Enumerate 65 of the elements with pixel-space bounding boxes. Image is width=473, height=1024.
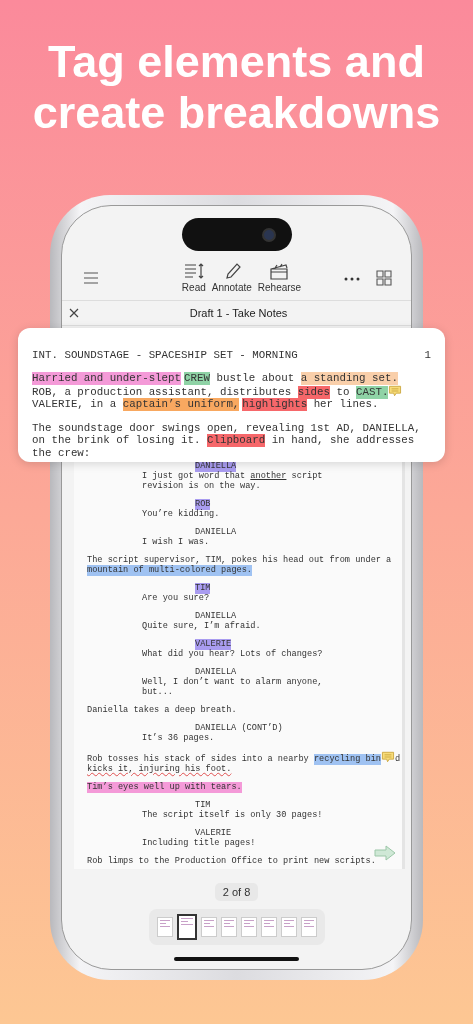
script-text: DANIELLA (195, 611, 237, 621)
script-text: another (250, 471, 287, 481)
tagged-text[interactable]: highlights (242, 398, 308, 411)
script-text: VALERIE, in a (32, 398, 118, 410)
script-text: Rob limps to the Production Office to print new scripts. (87, 856, 376, 866)
document-title: Draft 1 - Take Notes (188, 307, 289, 319)
tagged-text[interactable]: TIM (195, 583, 211, 594)
script-text: I just got word that (142, 471, 247, 481)
script-text: revision is on the way. (142, 481, 261, 491)
script-text: DANIELLA (CONT’D) (195, 723, 283, 733)
tagged-text[interactable]: VALERIE (195, 639, 232, 650)
script-text: The script supervisor, TIM, pokes his head out from under a (87, 555, 392, 565)
script-text: DANIELLA (195, 527, 237, 537)
lines-arrow-icon (182, 262, 205, 280)
script-text: Quite sure, I’m afraid. (142, 621, 261, 631)
tagged-text[interactable]: captain’s uniform, (122, 398, 240, 411)
scene-heading: INT. SOUNDSTAGE - SPACESHIP SET - MORNING (32, 349, 298, 361)
script-text: Including title pages! (142, 838, 256, 848)
script-text: It’s 36 pages. (142, 733, 215, 743)
script-text: The soundstage door swings open, revealing 1st AD, DANIELLA, (32, 421, 421, 434)
page-thumbnail[interactable] (176, 914, 197, 940)
script-text: to (335, 385, 351, 398)
script-text: kicks it, injuring his foot. (87, 764, 232, 774)
arrow-icon[interactable] (374, 845, 396, 861)
page-indicator: 2 of 8 (214, 883, 259, 901)
tagged-text[interactable]: CAST. (356, 385, 389, 399)
toolbar-button[interactable]: Rehearse (257, 262, 302, 293)
script-text: Daniella takes a deep breath. (87, 705, 237, 715)
script-text: What did you hear? Lots of changes? (142, 649, 323, 659)
toolbar-button[interactable]: Annotate (211, 262, 252, 293)
script-text: ROB, a production assistant, distributes (32, 385, 293, 398)
script-text: The script itself is only 30 pages! (142, 810, 323, 820)
tagged-text[interactable]: mountain of multi-colored pages. (87, 565, 253, 576)
script-text: her lines. (312, 398, 379, 410)
clapperboard-icon (268, 262, 291, 280)
script-text: DANIELLA (195, 667, 237, 677)
script-text: the crew: (32, 446, 91, 459)
script-text: on the brink of losing it. (32, 434, 202, 446)
script-text: bustle about (215, 372, 296, 384)
script-text: I wish I was. (142, 537, 210, 547)
tagged-text[interactable]: Harried and under-slept (32, 372, 182, 385)
script-text: in hand, she addresses (270, 434, 415, 446)
tagged-text[interactable]: a standing set. (300, 372, 398, 385)
script-text: Rob tosses his stack of sides into a nearby (87, 754, 310, 764)
grid-icon[interactable] (375, 268, 393, 287)
note-icon[interactable] (380, 751, 395, 763)
script-text: VALERIE (195, 828, 232, 838)
script-text: Well, I don’t want to alarm anyone, (142, 677, 323, 687)
headline: Tag elements and create breakdowns (31, 35, 442, 140)
note-icon[interactable] (388, 384, 403, 397)
tagged-text[interactable]: Clipboard (206, 434, 266, 447)
script-text: Are you sure? (142, 593, 210, 603)
tagged-text[interactable]: Tim’s eyes well up with tears. (87, 782, 242, 793)
script-text: You’re kidding. (142, 509, 220, 519)
toolbar-button[interactable]: Read (181, 262, 206, 293)
page-number: 1 (424, 349, 431, 361)
script-text: d (394, 754, 401, 764)
script-text: TIM (195, 800, 211, 810)
tagged-text[interactable]: ROB (195, 499, 211, 510)
tagged-text[interactable]: sides (297, 385, 331, 399)
tagged-text[interactable]: recycling bin (313, 754, 381, 765)
close-icon[interactable] (68, 307, 80, 319)
tagged-text[interactable]: CREW (184, 372, 210, 385)
script-text: script (290, 471, 323, 481)
script-text: but... (142, 687, 173, 697)
